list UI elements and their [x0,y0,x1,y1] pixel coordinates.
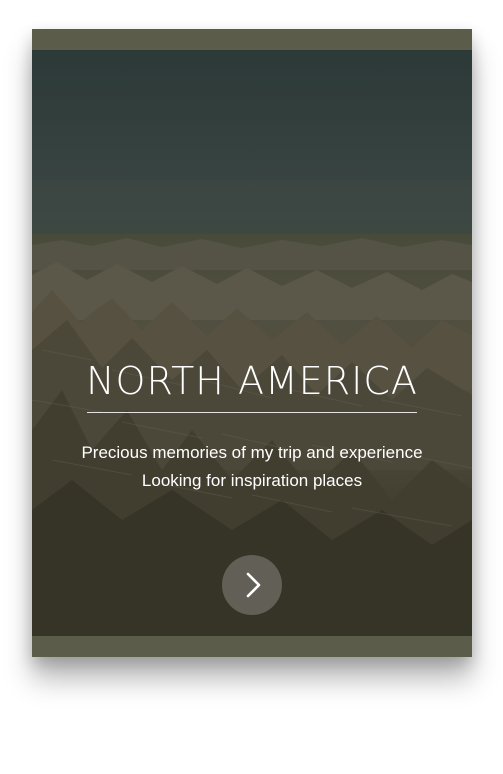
subtitle-line-1: Precious memories of my trip and experie… [81,443,423,462]
card-bottom-band [32,636,472,657]
hero-dark-overlay [32,50,472,636]
card-top-band [32,29,472,50]
page-title: NORTH AMERICA [86,359,418,403]
subtitle-line-2: Looking for inspiration places [141,471,363,490]
title-divider [87,412,417,413]
hero-image: NORTH AMERICA Precious memories of my tr… [32,50,472,636]
destination-card: NORTH AMERICA Precious memories of my tr… [32,29,472,657]
chevron-right-icon [246,572,261,598]
next-button[interactable] [222,555,282,615]
